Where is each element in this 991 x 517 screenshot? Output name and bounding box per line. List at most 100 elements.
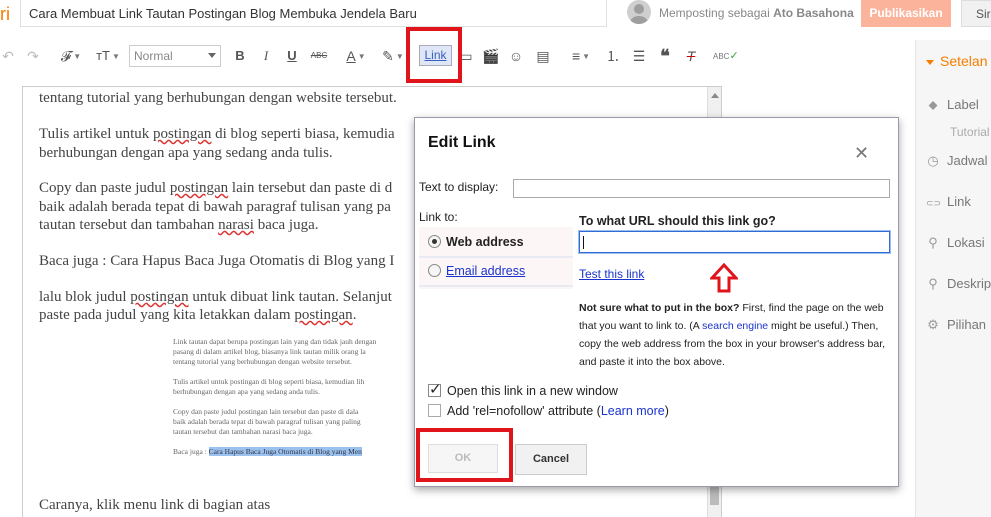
clock-icon: ◷ — [927, 153, 939, 168]
undo-icon[interactable]: ↶ — [0, 46, 16, 66]
dialog-title: Edit Link — [428, 134, 496, 151]
sidebar-item-label[interactable]: ⬥ Label — [926, 97, 979, 113]
embedded-screenshot-image[interactable]: Link tautan dapat berupa postingan lain … — [173, 337, 423, 457]
format-select[interactable]: Normal — [129, 45, 221, 67]
email-address-radio[interactable] — [428, 264, 441, 277]
video-icon[interactable]: 🎬 — [482, 46, 500, 66]
embedded-line: Link tautan dapat berupa postingan lain … — [173, 337, 377, 346]
sidebar-item-location[interactable]: ⚲ Lokasi — [926, 235, 984, 251]
email-address-link[interactable]: Email address — [446, 264, 525, 278]
embedded-line: tentang tutorial yang berhubungan dengan… — [173, 357, 352, 366]
link-to-label: Link to: — [419, 210, 458, 224]
editor-line: Baca juga : Cara Hapus Baca Juga Otomati… — [39, 253, 395, 269]
text-color-button[interactable]: A ▼ — [341, 46, 371, 66]
emoji-icon[interactable]: ☺ — [507, 46, 525, 66]
text-color-icon: A — [346, 48, 356, 64]
numbered-list-icon[interactable]: ⒈ — [604, 46, 622, 66]
embedded-line: Tulis artikel untuk postingan di blog se… — [173, 377, 365, 386]
sidebar-item-text: Deskripsi — [947, 276, 991, 291]
label-icon: ⬥ — [928, 97, 938, 112]
brand-logo-fragment: ri — [0, 4, 10, 24]
jump-break-icon[interactable]: ▤ — [535, 46, 551, 66]
publish-button[interactable]: Publikasikan — [861, 0, 951, 27]
sidebar-item-text: Jadwal — [947, 153, 988, 168]
nofollow-label: Add 'rel=nofollow' attribute (Learn more… — [447, 404, 669, 418]
format-select-value: Normal — [134, 49, 173, 63]
test-link[interactable]: Test this link — [579, 267, 644, 281]
font-size-button[interactable]: тT ▼ — [92, 46, 124, 66]
annotation-arrow-up-icon — [710, 263, 738, 293]
new-window-label[interactable]: Open this link in a new window — [447, 384, 618, 398]
font-family-button[interactable]: 𝓕 ▼ — [56, 46, 86, 66]
text-size-icon: тT — [96, 48, 110, 63]
editor-line: lalu blok judul postingan untuk dibuat l… — [39, 289, 392, 305]
search-engine-link[interactable]: search engine — [702, 320, 768, 332]
settings-heading-label: Setelan — [940, 53, 988, 69]
embedded-line: berhubungan dengan apa yang sedang anda … — [173, 387, 320, 396]
spellcheck-label: ABC — [713, 52, 730, 61]
url-help-text: Not sure what to put in the box? First, … — [579, 299, 894, 371]
sidebar-item-link[interactable]: ⊂⊃ Link — [926, 194, 971, 209]
embedded-line: Copy dan paste judul postingan lain ters… — [173, 407, 359, 416]
link-type-panel: Web address Email address — [419, 227, 573, 289]
clear-formatting-icon[interactable]: T — [682, 46, 700, 66]
underline-button[interactable]: U — [285, 46, 299, 66]
scroll-up-arrow-icon[interactable] — [711, 93, 719, 98]
bulleted-list-icon[interactable]: ☰ — [630, 46, 648, 66]
editor-line: baik adalah berada tepat di bawah paragr… — [39, 199, 391, 215]
text-cursor — [583, 236, 584, 249]
url-question-label: To what URL should this link go? — [579, 214, 776, 228]
post-title-input[interactable] — [20, 0, 607, 27]
sidebar-label-value: Tutorial — [950, 125, 990, 139]
cancel-button[interactable]: Cancel — [515, 444, 587, 475]
nofollow-text: Add 'rel=nofollow' attribute ( — [447, 404, 601, 418]
web-address-radio[interactable] — [428, 235, 441, 248]
gear-icon: ⚙ — [927, 317, 939, 332]
new-window-checkbox[interactable]: ✓ — [428, 381, 442, 398]
settings-heading[interactable]: Setelan — [926, 53, 987, 69]
close-icon[interactable]: ✕ — [854, 144, 869, 162]
sidebar-item-description[interactable]: ⚲ Deskripsi — [926, 276, 991, 292]
highlight-color-button[interactable]: ✎ ▼ — [380, 46, 406, 66]
highlighter-icon: ✎ — [382, 48, 394, 64]
link-icon: ⊂⊃ — [926, 198, 942, 208]
posting-as-prefix: Memposting sebagai — [659, 6, 770, 20]
nofollow-checkbox[interactable] — [428, 404, 441, 417]
check-icon: ✓ — [429, 381, 442, 398]
scroll-thumb[interactable] — [710, 485, 719, 505]
spellcheck-icon[interactable]: ABC✓ — [713, 46, 739, 66]
sidebar-item-schedule[interactable]: ◷ Jadwal — [926, 153, 987, 169]
web-address-label[interactable]: Web address — [446, 235, 524, 249]
collapse-triangle-icon — [926, 59, 934, 65]
location-icon: ⚲ — [928, 235, 938, 250]
annotation-highlight-ok-button — [416, 428, 513, 482]
top-bar: ri Memposting sebagai Ato Basahona Publi… — [0, 0, 991, 40]
sidebar-item-text: Pilihan — [947, 317, 987, 332]
font-icon: 𝓕 — [60, 48, 72, 64]
italic-button[interactable]: I — [259, 46, 273, 66]
bold-button[interactable]: B — [233, 46, 247, 66]
embedded-line: pasang di dalam artikel blog, biasanya l… — [173, 347, 366, 356]
strikethrough-button[interactable]: ABC — [310, 46, 328, 66]
align-icon: ≡ — [571, 48, 581, 64]
sidebar-item-text: Label — [947, 97, 979, 112]
sidebar-item-options[interactable]: ⚙ Pilihan — [926, 317, 986, 333]
posting-as-text: Memposting sebagai Ato Basahona — [659, 6, 854, 20]
align-button[interactable]: ≡ ▼ — [566, 46, 596, 66]
learn-more-link[interactable]: Learn more — [601, 404, 665, 418]
embedded-line: tautan tersebut dan tambahan narasi baca… — [173, 427, 313, 436]
nofollow-text-suffix: ) — [664, 404, 669, 418]
quote-icon[interactable]: ❝ — [656, 46, 674, 66]
editor-line: paste pada judul yang kita letakkan dala… — [39, 307, 357, 323]
divider — [419, 285, 573, 287]
editor-line: Copy dan paste judul postingan lain ters… — [39, 180, 393, 196]
chevron-down-icon — [208, 53, 216, 58]
url-input[interactable] — [579, 231, 890, 253]
text-to-display-input[interactable] — [513, 179, 890, 198]
editor-line: Caranya, klik menu link di bagian atas — [39, 497, 271, 513]
embedded-line: Baca juga : Cara Hapus Baca Juga Otomati… — [173, 447, 362, 456]
save-button[interactable]: Sir — [961, 0, 991, 27]
redo-icon[interactable]: ↷ — [25, 46, 41, 66]
posting-as-user: Ato Basahona — [773, 6, 854, 20]
avatar[interactable] — [627, 0, 651, 24]
